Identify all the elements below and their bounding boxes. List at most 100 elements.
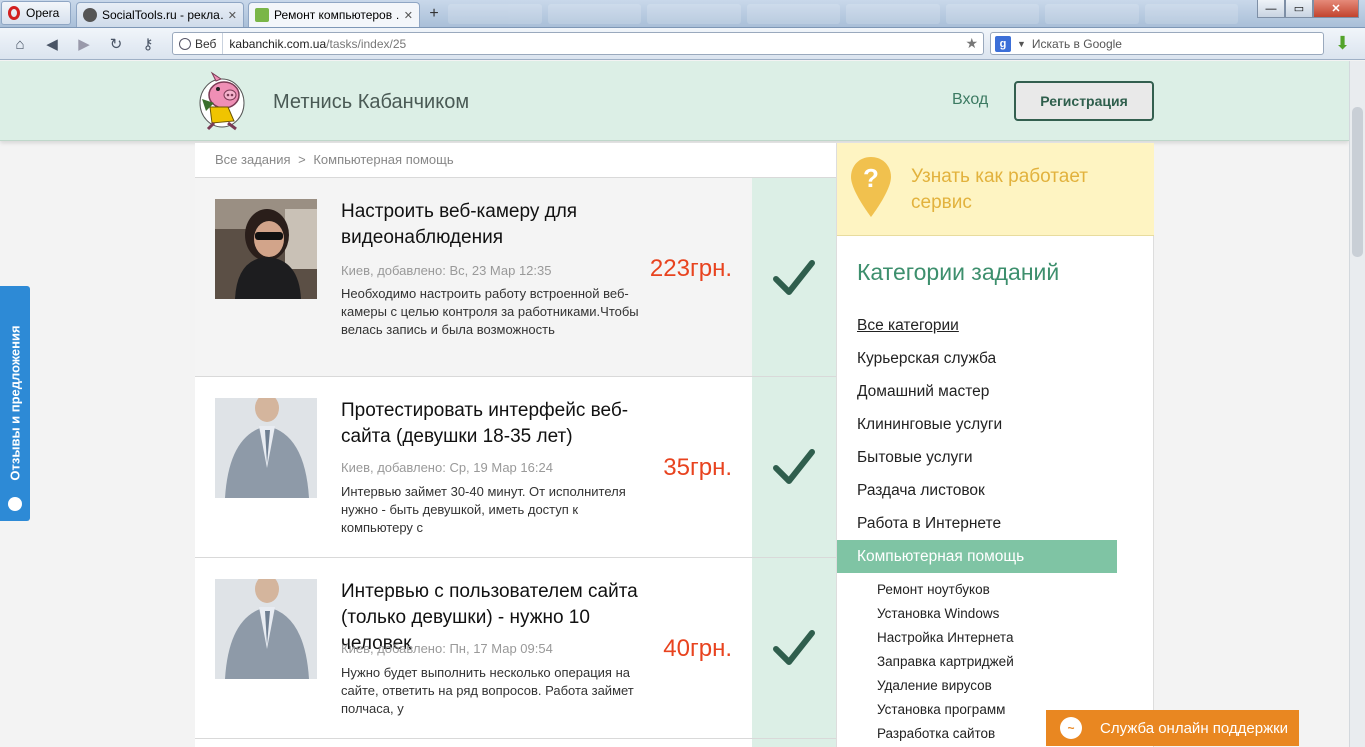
category-computer-help[interactable]: Компьютерная помощь [837,540,1117,573]
online-support-button[interactable]: ~ Служба онлайн поддержки [1046,710,1299,746]
avatar-photo-man [215,579,317,679]
task-list-panel: Все задания > Компьютерная помощь Настро… [195,143,836,747]
forward-icon[interactable]: ▶ [74,34,94,54]
reload-icon[interactable]: ↻ [106,34,126,54]
subcategory-item[interactable]: Удаление вирусов [837,673,1154,697]
tab-close-icon[interactable]: ✕ [404,9,413,22]
web-page: Метнись Кабанчиком Вход Регистрация Отзы… [0,61,1349,747]
category-household[interactable]: Бытовые услуги [837,441,1154,474]
tab-close-icon[interactable]: ✕ [228,9,237,22]
background-tab[interactable] [746,4,840,24]
task-card[interactable] [195,738,836,747]
avatar-photo-woman [215,199,317,299]
background-tab[interactable] [647,4,741,24]
task-description: Необходимо настроить работу встроенной в… [341,286,639,337]
scrollbar-thumb[interactable] [1352,107,1363,257]
subcategory-item[interactable]: Ремонт ноутбуков [837,577,1154,601]
search-input[interactable]: g ▼ Искать в Google [990,32,1324,55]
google-icon[interactable]: g [995,35,1011,52]
task-author-avatar[interactable] [215,398,317,498]
minimize-button[interactable]: — [1257,0,1285,18]
category-cleaning[interactable]: Клининговые услуги [837,408,1154,441]
category-courier[interactable]: Курьерская служба [837,342,1154,375]
task-title-link[interactable]: Настроить веб-камеру для видеонаблюдения [341,199,641,251]
task-accept-column[interactable] [752,377,836,557]
site-logo-text[interactable]: Метнись Кабанчиком [273,91,469,114]
background-tab[interactable] [945,4,1039,24]
task-meta: Киев, добавлено: Вс, 23 Мар 12:35 [341,263,552,278]
login-link[interactable]: Вход [952,91,988,109]
subcategory-item[interactable]: Установка Windows [837,601,1154,625]
task-card[interactable]: Интервью с пользователем сайта (только д… [195,557,836,738]
category-all[interactable]: Все категории [837,309,1154,342]
task-author-avatar[interactable] [215,579,317,679]
window-controls: — ▭ ✕ [1257,0,1359,18]
background-tab[interactable] [846,4,940,24]
register-button[interactable]: Регистрация [1014,81,1154,121]
page-scrollbar[interactable] [1349,61,1365,747]
task-price: 40грн. [663,635,732,662]
task-meta: Киев, добавлено: Пн, 17 Мар 09:54 [341,641,553,656]
feedback-tab-label: Отзывы и предложения [7,325,23,481]
feedback-tab[interactable]: Отзывы и предложения [0,286,30,521]
category-list: Все категории Курьерская служба Домашний… [837,309,1154,745]
how-it-works-banner[interactable]: ? Узнать как работает сервис [837,143,1154,236]
back-icon[interactable]: ◀ [42,34,62,54]
maximize-button[interactable]: ▭ [1285,0,1313,18]
feedback-speech-icon [8,497,22,511]
download-icon[interactable]: ⬇ [1335,33,1350,54]
new-tab-button[interactable]: + [424,4,444,24]
browser-tab-socialtools[interactable]: SocialTools.ru - рекла… ✕ [76,2,244,27]
background-tabs [448,4,1238,24]
key-icon[interactable]: ⚷ [138,34,158,54]
search-engine-dropdown-icon[interactable]: ▼ [1017,39,1026,49]
chat-icon: ~ [1060,717,1082,739]
address-domain: kabanchik.com.ua [229,36,327,51]
task-card[interactable]: Настроить веб-камеру для видеонаблюдения… [195,177,836,377]
opera-menu-label: Opera [26,6,60,20]
subcategory-item[interactable]: Настройка Интернета [837,625,1154,649]
task-author-avatar[interactable] [215,199,317,299]
task-title-link[interactable]: Протестировать интерфейс веб-сайта (деву… [341,398,641,450]
background-tab[interactable] [547,4,641,24]
task-description: Нужно будет выполнить несколько операция… [341,665,634,716]
subcategory-item[interactable]: Заправка картриджей [837,649,1154,673]
home-icon[interactable]: ⌂ [10,34,30,54]
task-card[interactable]: Протестировать интерфейс веб-сайта (деву… [195,376,836,557]
address-path: /tasks/index/25 [326,36,407,51]
browser-nav-bar: ⌂ ◀ ▶ ↻ ⚷ Веб kabanchik.com.ua/tasks/ind… [0,28,1365,60]
background-tab[interactable] [1144,4,1238,24]
tab-title: SocialTools.ru - рекла… [102,8,223,22]
opera-logo-icon [8,6,20,20]
task-accept-column[interactable] [752,739,836,747]
site-header: Метнись Кабанчиком Вход Регистрация [0,61,1349,141]
categories-heading: Категории заданий [857,259,1060,285]
socialtools-favicon-icon [83,8,97,22]
breadcrumb-separator: > [298,152,306,167]
category-internet-work[interactable]: Работа в Интернете [837,507,1154,540]
category-handyman[interactable]: Домашний мастер [837,375,1154,408]
task-meta: Киев, добавлено: Ср, 19 Мар 16:24 [341,460,553,475]
task-accept-column[interactable] [752,178,836,377]
online-support-label: Служба онлайн поддержки [1100,719,1289,737]
sidebar: ? Узнать как работает сервис Категории з… [836,143,1154,747]
address-web-badge[interactable]: Веб [173,33,224,54]
address-bar[interactable]: Веб kabanchik.com.ua/tasks/index/25 ★ [172,32,984,55]
globe-icon [179,37,191,50]
task-price: 223грн. [649,255,732,282]
background-tab[interactable] [448,4,542,24]
address-url[interactable]: kabanchik.com.ua/tasks/index/25 [223,37,406,51]
close-window-button[interactable]: ✕ [1313,0,1359,18]
background-tab[interactable] [1045,4,1139,24]
browser-tab-kabanchik[interactable]: Ремонт компьютеров … ✕ [248,2,420,27]
breadcrumb-current: Компьютерная помощь [313,152,454,167]
task-price: 35грн. [663,454,732,481]
address-web-label: Веб [195,36,217,51]
bookmark-star-icon[interactable]: ★ [965,35,978,52]
category-leaflets[interactable]: Раздача листовок [837,474,1154,507]
opera-menu-button[interactable]: Opera [1,1,71,25]
task-accept-column[interactable] [752,558,836,738]
pig-logo-icon[interactable] [196,69,248,131]
how-it-works-link[interactable]: Узнать как работает сервис [911,164,1141,216]
breadcrumb-root-link[interactable]: Все задания [215,152,291,167]
